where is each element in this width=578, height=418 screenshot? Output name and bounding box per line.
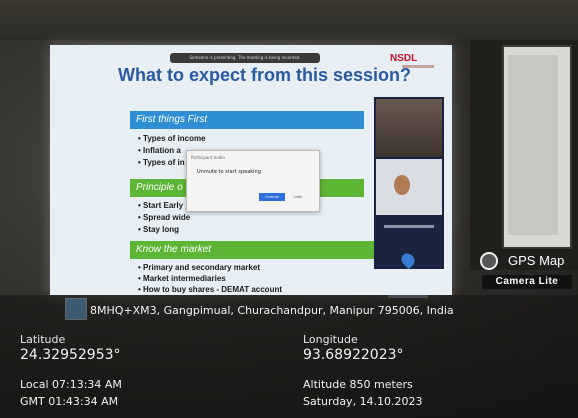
bullet: • Types of in [138, 158, 185, 167]
webcam-feed [376, 99, 442, 157]
gmt-time: GMT 01:43:34 AM [20, 395, 119, 408]
section-heading-1: First things First [130, 111, 364, 129]
nsdl-logo: NSDL [390, 53, 418, 64]
bullet: • Inflation a [138, 146, 181, 155]
participant-face [394, 175, 410, 195]
app-brand-sub: Camera Lite [482, 275, 572, 289]
photo: Someone is presenting. The meeting is be… [0, 0, 578, 418]
ceiling [0, 0, 578, 40]
date: Saturday, 14.10.2023 [303, 395, 423, 408]
longitude-label: Longitude [303, 333, 358, 346]
meeting-notice: Someone is presenting. The meeting is be… [170, 53, 320, 63]
unmute-dialog: Participant audio Unmute to start speaki… [186, 150, 320, 212]
address: 8MHQ+XM3, Gangpimual, Churachandpur, Man… [90, 304, 454, 317]
local-time: Local 07:13:34 AM [20, 378, 122, 391]
dialog-caption: Participant audio [191, 155, 225, 160]
latitude-label: Latitude [20, 333, 66, 346]
map-thumbnail [65, 298, 87, 320]
bullet: • Types of income [138, 134, 206, 143]
longitude-value: 93.68922023° [303, 347, 404, 363]
bullet: • Stay long [138, 225, 180, 234]
bullet: • Spread wide [138, 213, 191, 222]
bullet: • Start Early [138, 201, 184, 210]
location-pin-icon [398, 250, 418, 270]
unmute-button[interactable]: Unmute [259, 193, 285, 201]
slide-title: What to expect from this session? [118, 65, 412, 85]
projection-screen: Someone is presenting. The meeting is be… [50, 45, 452, 298]
dialog-message: Unmute to start speaking [197, 169, 261, 175]
window-pane [508, 55, 558, 235]
app-brand: GPS Map [508, 253, 565, 268]
bullet: • Market intermediaries [138, 274, 226, 283]
altitude: Altitude 850 meters [303, 378, 413, 391]
bullet: • Primary and secondary market [138, 263, 260, 272]
section-heading-3: Know the market [130, 241, 380, 259]
bullet: • How to buy shares - DEMAT account [138, 285, 283, 294]
camera-app-icon [480, 252, 498, 270]
latitude-value: 24.32952953° [20, 347, 121, 363]
later-button[interactable]: Later [289, 193, 307, 201]
participant-label [384, 225, 434, 228]
